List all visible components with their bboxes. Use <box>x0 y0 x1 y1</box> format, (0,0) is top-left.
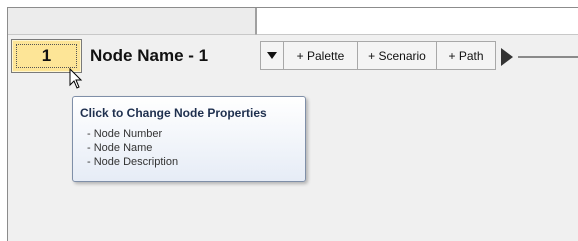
add-scenario-button[interactable]: + Scenario <box>358 41 437 70</box>
play-arrow-icon[interactable] <box>501 48 513 66</box>
node-dropdown-button[interactable] <box>260 41 284 70</box>
node-panel: 1 Node Name - 1 + Palette + Scenario + P… <box>7 7 578 241</box>
mouse-pointer-icon <box>69 68 83 89</box>
node-row: 1 Node Name - 1 + Palette + Scenario + P… <box>8 36 578 76</box>
tooltip-list: - Node Number - Node Name - Node Descrip… <box>87 127 178 169</box>
header-cell-right <box>256 8 578 35</box>
node-properties-tooltip: Click to Change Node Properties - Node N… <box>72 96 306 182</box>
path-connector-line <box>518 56 578 58</box>
tooltip-item-node-description: - Node Description <box>87 156 179 168</box>
add-path-button[interactable]: + Path <box>437 41 496 70</box>
tooltip-item-node-name: - Node Name <box>87 142 153 154</box>
tooltip-item-node-number: - Node Number <box>87 128 163 140</box>
chevron-down-icon <box>267 52 277 59</box>
add-palette-button[interactable]: + Palette <box>284 41 358 70</box>
node-number-label: 1 <box>41 46 52 65</box>
tooltip-title: Click to Change Node Properties <box>80 106 267 120</box>
node-name-label[interactable]: Node Name - 1 <box>88 39 258 73</box>
header-cell-left <box>8 8 256 35</box>
